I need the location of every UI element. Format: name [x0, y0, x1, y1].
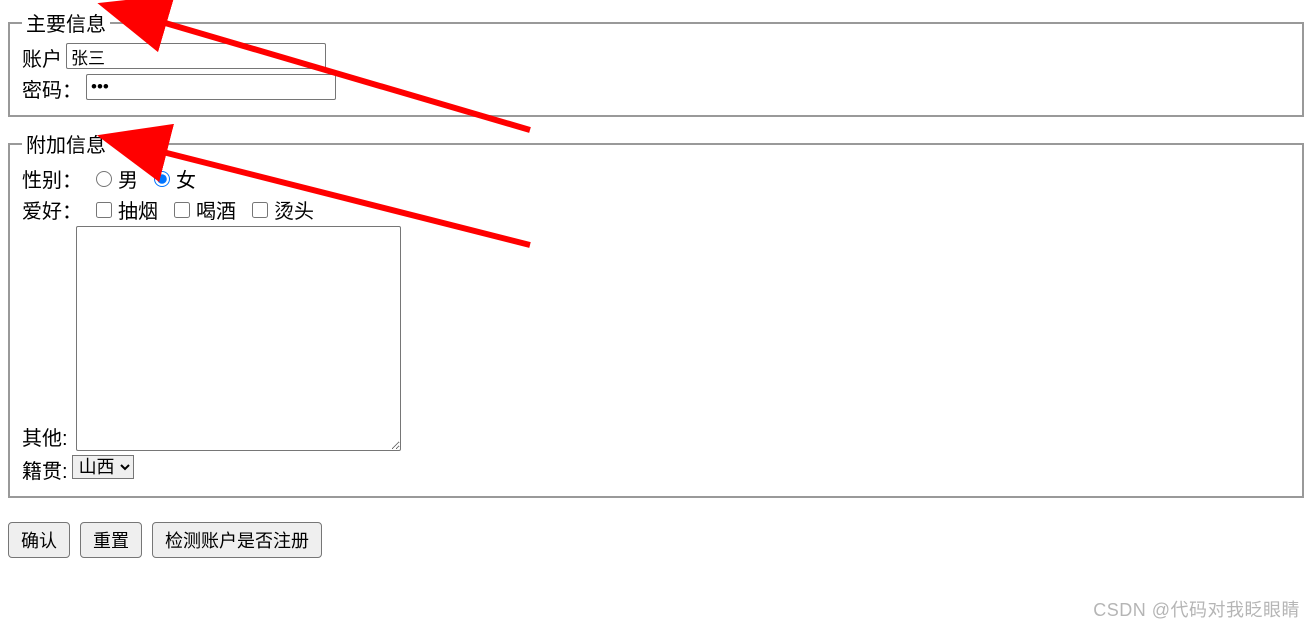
watermark-text: CSDN @代码对我眨眼睛 [1093, 596, 1300, 622]
gender-female-label[interactable]: 女 [176, 164, 196, 193]
gender-male-label[interactable]: 男 [118, 164, 138, 193]
origin-label: 籍贯: [22, 455, 68, 484]
check-account-button[interactable]: 检测账户是否注册 [152, 522, 322, 558]
extra-info-fieldset: 附加信息 性别： 男 女 爱好： 抽烟 喝酒 烫头 其他: 籍贯: 山西 [8, 129, 1304, 498]
account-input[interactable] [66, 43, 326, 69]
reset-button[interactable]: 重置 [80, 522, 142, 558]
main-info-fieldset: 主要信息 账户 密码： [8, 8, 1304, 117]
password-input[interactable] [86, 74, 336, 100]
account-label: 账户 [22, 43, 62, 72]
hobby-smoke-label[interactable]: 抽烟 [118, 195, 158, 224]
password-row: 密码： [22, 74, 1290, 103]
hobby-perm-label[interactable]: 烫头 [274, 195, 314, 224]
gender-row: 性别： 男 女 [22, 164, 1290, 193]
other-row: 其他: [22, 226, 1290, 451]
origin-select[interactable]: 山西 [72, 455, 134, 479]
other-textarea[interactable] [76, 226, 401, 451]
hobby-drink-label[interactable]: 喝酒 [196, 195, 236, 224]
hobby-row: 爱好： 抽烟 喝酒 烫头 [22, 195, 1290, 224]
origin-row: 籍贯: 山西 [22, 455, 1290, 484]
hobby-drink-checkbox[interactable] [174, 202, 190, 218]
account-row: 账户 [22, 43, 1290, 72]
hobby-perm-checkbox[interactable] [252, 202, 268, 218]
gender-label: 性别： [22, 164, 82, 193]
gender-male-radio[interactable] [96, 171, 112, 187]
confirm-button[interactable]: 确认 [8, 522, 70, 558]
hobby-label: 爱好： [22, 195, 82, 224]
gender-female-radio[interactable] [154, 171, 170, 187]
button-bar: 确认 重置 检测账户是否注册 [8, 522, 1304, 558]
main-info-legend: 主要信息 [22, 8, 110, 37]
password-label: 密码： [22, 74, 82, 103]
hobby-smoke-checkbox[interactable] [96, 202, 112, 218]
other-label: 其他: [22, 422, 68, 451]
extra-info-legend: 附加信息 [22, 129, 110, 158]
